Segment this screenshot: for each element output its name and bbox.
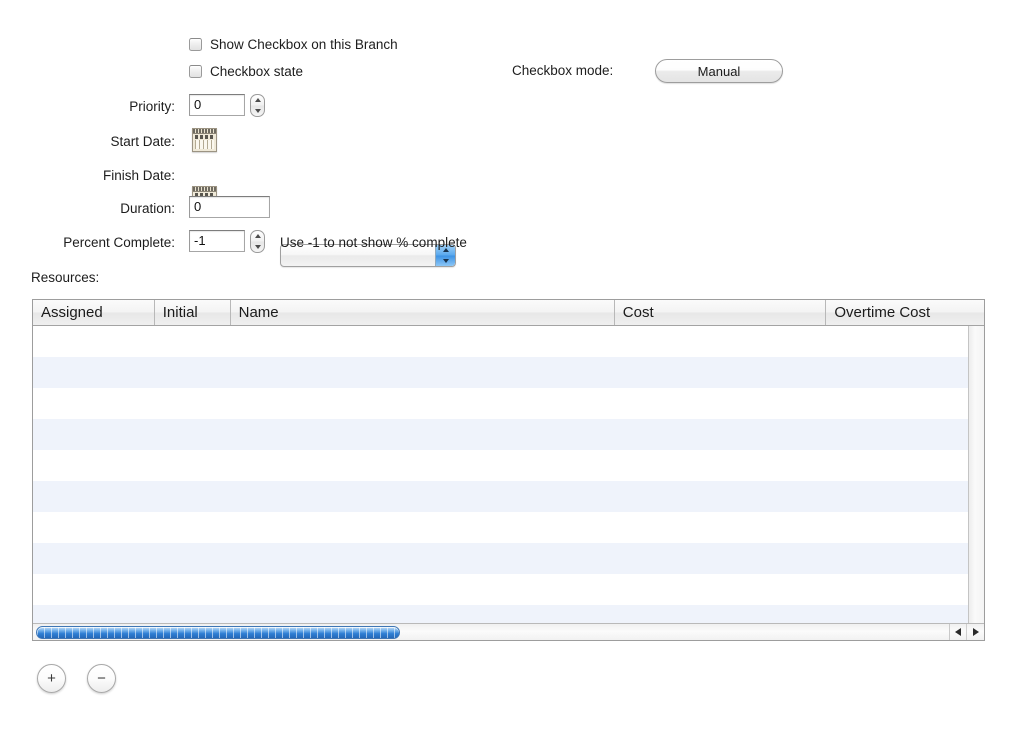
checkbox-show-on-branch[interactable] [189, 38, 202, 51]
calendar-grid [195, 140, 214, 149]
stepper-up-icon[interactable] [254, 98, 261, 103]
percent-complete-hint: Use -1 to not show % complete [280, 235, 467, 250]
percent-complete-input[interactable]: -1 [189, 230, 245, 252]
minus-icon: − [97, 670, 106, 687]
priority-stepper[interactable] [250, 94, 265, 117]
triangle-left-icon [955, 628, 961, 636]
checkbox-mode-value: Manual [697, 63, 741, 79]
calendar-month-header [195, 135, 214, 139]
horizontal-scrollbar-thumb[interactable] [36, 626, 400, 639]
column-header-overtime-cost[interactable]: Overtime Cost [826, 300, 984, 325]
table-row[interactable] [33, 326, 984, 357]
resources-table-body[interactable] [33, 326, 984, 636]
checkbox-state-row[interactable]: Checkbox state [189, 64, 303, 79]
table-row[interactable] [33, 512, 984, 543]
checkbox-mode-label: Checkbox mode: [512, 63, 614, 78]
vertical-scrollbar[interactable] [968, 326, 984, 624]
column-header-cost[interactable]: Cost [615, 300, 827, 325]
checkbox-state-label: Checkbox state [210, 64, 304, 79]
horizontal-scrollbar-track[interactable] [33, 624, 949, 640]
duration-label: Duration: [120, 201, 175, 216]
stepper-down-icon[interactable] [254, 244, 261, 249]
start-date-calendar-icon[interactable] [192, 128, 217, 152]
table-row[interactable] [33, 481, 984, 512]
start-date-label: Start Date: [110, 134, 175, 149]
scroll-right-arrow-icon[interactable] [967, 624, 984, 640]
priority-label: Priority: [129, 99, 175, 114]
add-resource-button[interactable]: + [37, 664, 66, 693]
scroll-left-arrow-icon[interactable] [950, 624, 967, 640]
table-row[interactable] [33, 388, 984, 419]
stepper-up-icon[interactable] [254, 234, 261, 239]
checkbox-mode-button[interactable]: Manual [655, 59, 783, 83]
resources-table[interactable]: Assigned Initial Name Cost Overtime Cost [32, 299, 985, 641]
checkbox-state[interactable] [189, 65, 202, 78]
show-checkbox-on-branch-row[interactable]: Show Checkbox on this Branch [189, 37, 398, 52]
horizontal-scrollbar-arrows[interactable] [949, 624, 984, 640]
duration-input[interactable]: 0 [189, 196, 270, 218]
priority-input[interactable]: 0 [189, 94, 245, 116]
column-header-assigned[interactable]: Assigned [33, 300, 155, 325]
horizontal-scrollbar[interactable] [33, 623, 984, 640]
finish-date-label: Finish Date: [102, 168, 175, 183]
combo-down-icon [442, 258, 449, 263]
checkbox-show-on-branch-label: Show Checkbox on this Branch [210, 37, 398, 52]
stepper-down-icon[interactable] [254, 108, 261, 113]
table-row[interactable] [33, 450, 984, 481]
remove-resource-button[interactable]: − [87, 664, 116, 693]
resources-label: Resources: [31, 270, 100, 285]
resources-table-header: Assigned Initial Name Cost Overtime Cost [33, 300, 984, 326]
triangle-right-icon [972, 628, 979, 636]
column-header-initial[interactable]: Initial [155, 300, 231, 325]
plus-icon: + [47, 670, 56, 687]
table-row[interactable] [33, 543, 984, 574]
calendar-binding-icon [193, 187, 216, 192]
table-row[interactable] [33, 419, 984, 450]
percent-complete-stepper[interactable] [250, 230, 265, 253]
column-header-name[interactable]: Name [231, 300, 615, 325]
table-row[interactable] [33, 574, 984, 605]
calendar-binding-icon [193, 129, 216, 134]
table-row[interactable] [33, 357, 984, 388]
percent-complete-label: Percent Complete: [63, 235, 175, 250]
